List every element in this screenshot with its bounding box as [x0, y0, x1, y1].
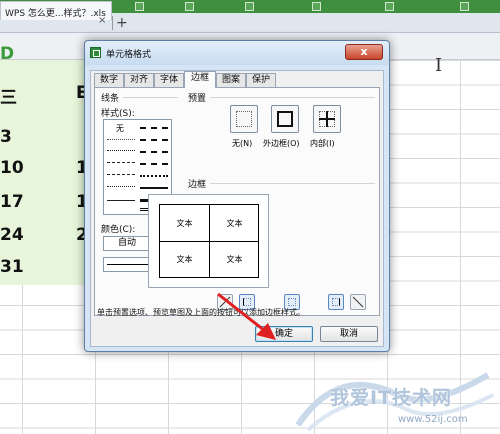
border-inner-vertical-icon	[288, 298, 296, 306]
annotation-arrow-icon	[217, 292, 276, 340]
preview-cell-text: 文本	[176, 219, 193, 228]
cell-value[interactable]: 31	[0, 257, 24, 277]
watermark-text: 我爱IT技术网	[330, 387, 453, 409]
quick-access-icon[interactable]	[185, 2, 194, 11]
line-style-option[interactable]	[107, 150, 135, 151]
close-tab-icon[interactable]: ×	[98, 15, 106, 26]
preview-inner-vertical-line	[209, 205, 210, 277]
cancel-button[interactable]: 取消	[320, 326, 378, 342]
preset-inside-button[interactable]	[313, 105, 341, 133]
line-style-option[interactable]	[140, 151, 168, 153]
line-style-option[interactable]	[107, 162, 135, 163]
line-style-none[interactable]: 无	[116, 123, 124, 134]
group-divider	[210, 183, 375, 184]
line-style-option[interactable]	[140, 127, 168, 129]
dialog-close-button[interactable]: x	[345, 44, 383, 60]
text-cursor-icon: I	[435, 55, 443, 76]
tab-number[interactable]: 数字	[94, 73, 124, 87]
quick-access-icon[interactable]	[135, 2, 144, 11]
line-style-option[interactable]	[107, 139, 135, 140]
border-right-button[interactable]	[328, 294, 344, 310]
border-preview[interactable]: 文本 文本 文本 文本	[148, 194, 269, 288]
line-style-option[interactable]	[107, 200, 135, 201]
document-tab[interactable]: WPS 怎么更...样式？.xls	[0, 1, 112, 20]
cell-value[interactable]: 3	[0, 127, 12, 147]
tab-divider	[112, 16, 113, 30]
line-style-option[interactable]	[140, 187, 168, 189]
tab-font[interactable]: 字体	[154, 73, 184, 87]
preset-group-label: 预置	[188, 94, 207, 104]
preview-cell-text: 文本	[226, 255, 243, 264]
line-group-label: 线条	[101, 94, 120, 104]
cell-value[interactable]: 三	[0, 83, 17, 108]
preview-grid: 文本 文本 文本 文本	[159, 204, 259, 278]
color-value: 自动	[118, 238, 137, 248]
preview-cell-text: 文本	[226, 219, 243, 228]
border-diagonal-down-button[interactable]	[350, 294, 366, 310]
line-style-option[interactable]	[140, 139, 168, 141]
group-divider	[123, 97, 178, 98]
dialog-title: 单元格格式	[106, 50, 152, 60]
dialog-title-bar[interactable]: 单元格格式 x	[85, 41, 389, 65]
quick-access-icon[interactable]	[385, 2, 394, 11]
border-none-icon	[236, 111, 252, 127]
cell-value[interactable]: 24	[0, 225, 24, 245]
diagonal-down-icon	[352, 296, 364, 308]
preset-outline-button[interactable]	[271, 105, 299, 133]
color-label: 颜色(C):	[101, 225, 136, 235]
spreadsheet-app-icon	[90, 47, 101, 58]
line-style-option[interactable]	[107, 174, 135, 175]
group-divider	[210, 97, 375, 98]
style-label: 样式(S):	[101, 109, 135, 119]
tab-patterns[interactable]: 图案	[216, 73, 246, 87]
border-right-icon	[332, 298, 340, 306]
preset-inside-label: 内部(I)	[310, 139, 335, 148]
tab-alignment[interactable]: 对齐	[124, 73, 154, 87]
new-tab-icon[interactable]: +	[116, 14, 128, 32]
quick-access-icon[interactable]	[245, 2, 254, 11]
border-tab-panel: 线条 样式(S): 无 颜色(C): 自动 预置 无(N) 外边框(O) 内部(…	[94, 87, 380, 316]
line-style-option[interactable]	[140, 175, 168, 177]
preview-cell-text: 文本	[176, 255, 193, 264]
preset-outline-label: 外边框(O)	[263, 139, 300, 148]
quick-access-icon[interactable]	[460, 2, 469, 11]
line-style-option[interactable]	[107, 186, 135, 187]
border-group-label: 边框	[188, 180, 207, 190]
watermark-url: www.52ij.com	[398, 414, 468, 425]
quick-access-icon[interactable]	[312, 2, 321, 11]
line-style-option[interactable]	[140, 163, 168, 165]
preset-none-button[interactable]	[230, 105, 258, 133]
tab-protection[interactable]: 保护	[246, 73, 276, 87]
cell-value[interactable]: 10	[0, 158, 24, 178]
tab-border[interactable]: 边框	[184, 71, 216, 88]
cell-value[interactable]: 17	[0, 192, 24, 212]
preset-none-label: 无(N)	[232, 139, 253, 148]
border-outline-icon	[277, 111, 293, 127]
border-inside-icon	[319, 111, 335, 127]
